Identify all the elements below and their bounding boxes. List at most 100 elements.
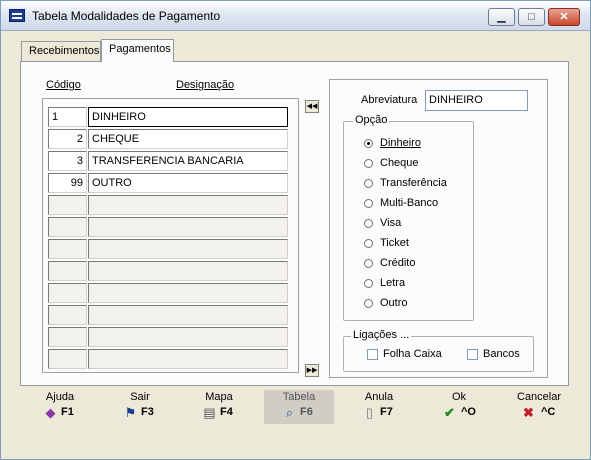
designation-cell[interactable] [88,327,288,347]
radio-unchecked-icon [364,279,373,288]
radio-label: Dinheiro [380,137,421,149]
code-cell[interactable] [48,305,87,325]
button-label: Cancelar [516,391,562,403]
radio-unchecked-icon [364,179,373,188]
code-cell[interactable] [48,283,87,303]
radio-label: Multi-Banco [380,197,439,209]
code-cell[interactable] [48,327,87,347]
code-cell[interactable] [48,217,87,237]
button-label: Sair [130,391,150,403]
exit-button[interactable]: Sair ⚑ F3 [105,390,175,424]
designation-cell[interactable] [88,195,288,215]
table-row[interactable] [48,239,288,259]
code-cell[interactable] [48,261,87,281]
radio-label: Transferência [380,177,447,189]
close-button[interactable]: ✕ [548,8,580,26]
annul-button[interactable]: Anula ▯ F7 [344,390,414,424]
ok-button[interactable]: Ok ✔ ^O [424,390,494,424]
payment-grid: 1 DINHEIRO 2 CHEQUE 3 TRANSFERENCIA BANC… [42,98,299,373]
code-column-header: Código [46,79,81,91]
table-search-icon: ⌕ [285,405,294,420]
minimize-button[interactable]: ▁ [488,8,515,26]
shortcut-key: F1 [61,406,74,418]
printer-icon: ▤ [203,405,216,420]
radio-unchecked-icon [364,159,373,168]
designation-cell[interactable]: TRANSFERENCIA BANCARIA [88,151,288,171]
radio-label: Ticket [380,237,409,249]
abreviatura-label: Abreviatura [361,94,418,106]
designation-cell[interactable] [88,239,288,259]
designation-cell[interactable]: CHEQUE [88,129,288,149]
table-row[interactable] [48,283,288,303]
table-row[interactable]: 99 OUTRO [48,173,288,193]
code-cell[interactable] [48,349,87,369]
button-label: Ok [451,391,467,403]
designation-cell[interactable]: DINHEIRO [88,107,288,127]
tab-recebimentos[interactable]: Recebimentos [21,41,101,61]
map-button[interactable]: Mapa ▤ F4 [184,390,254,424]
radio-label: Cheque [380,157,419,169]
cancel-x-icon: ✖ [523,405,534,420]
tab-pagamentos[interactable]: Pagamentos [101,39,174,62]
title-bar[interactable]: Tabela Modalidades de Pagamento ▁ □ ✕ [1,1,590,31]
radio-unchecked-icon [364,219,373,228]
radio-unchecked-icon [364,239,373,248]
first-record-button[interactable]: ◀◀ [305,100,319,113]
radio-label: Visa [380,217,402,229]
code-cell[interactable] [48,195,87,215]
table-row[interactable]: 1 DINHEIRO [48,107,288,127]
radio-checked-icon [364,139,373,148]
table-row[interactable] [48,327,288,347]
cancel-button[interactable]: Cancelar ✖ ^C [504,390,574,424]
radio-label: Letra [380,277,406,289]
maximize-button[interactable]: □ [518,8,545,26]
button-label: Mapa [205,391,233,403]
checkbox-unchecked-icon [467,349,478,360]
designation-cell[interactable] [88,283,288,303]
table-row[interactable] [48,305,288,325]
radio-label: Outro [380,297,408,309]
help-button[interactable]: Ajuda ◆ F1 [25,390,95,424]
checkbox-unchecked-icon [367,349,378,360]
table-button[interactable]: Tabela ⌕ F6 [264,390,334,424]
table-row[interactable] [48,261,288,281]
code-cell[interactable]: 3 [48,151,87,171]
designation-cell[interactable] [88,305,288,325]
radio-unchecked-icon [364,259,373,268]
main-window: Tabela Modalidades de Pagamento ▁ □ ✕ Re… [0,0,591,460]
opcao-group [343,121,474,321]
code-cell[interactable]: 2 [48,129,87,149]
table-row[interactable] [48,195,288,215]
shortcut-key: F3 [141,406,154,418]
radio-unchecked-icon [364,299,373,308]
exit-door-icon: ⚑ [124,405,137,420]
designation-cell[interactable] [88,217,288,237]
app-icon [9,9,25,22]
table-row[interactable] [48,349,288,369]
button-label: Ajuda [45,391,75,403]
checkbox-label: Bancos [483,348,520,360]
designation-cell[interactable]: OUTRO [88,173,288,193]
window-title: Tabela Modalidades de Pagamento [32,9,221,23]
help-book-icon: ◆ [45,405,56,420]
button-label: Tabela [282,391,316,403]
code-cell[interactable]: 99 [48,173,87,193]
code-cell[interactable] [48,239,87,259]
trash-icon: ▯ [365,405,374,420]
abreviatura-input[interactable]: DINHEIRO [425,90,528,111]
shortcut-key: F6 [300,406,313,418]
opcao-legend: Opção [353,114,390,126]
shortcut-key: ^C [541,406,556,418]
shortcut-key: F7 [380,406,393,418]
last-record-button[interactable]: ▶▶ [305,364,319,377]
button-label: Anula [364,391,394,403]
table-row[interactable]: 2 CHEQUE [48,129,288,149]
table-row[interactable] [48,217,288,237]
table-row[interactable]: 3 TRANSFERENCIA BANCARIA [48,151,288,171]
shortcut-key: F4 [220,406,233,418]
checkbox-label: Folha Caixa [383,348,442,360]
designation-cell[interactable] [88,349,288,369]
designation-cell[interactable] [88,261,288,281]
code-cell[interactable]: 1 [48,107,87,127]
radio-label: Crédito [380,257,416,269]
